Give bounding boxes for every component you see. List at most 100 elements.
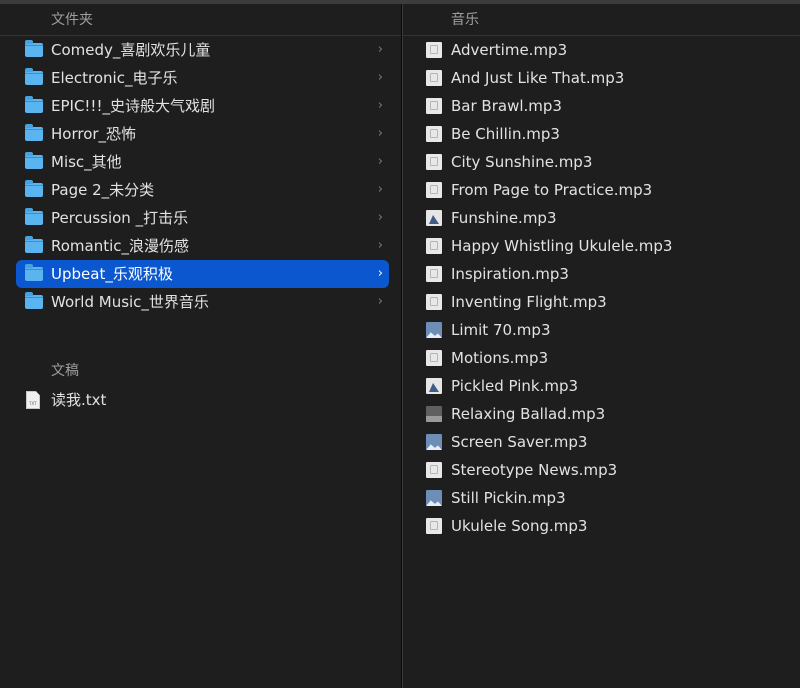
- music-file-row[interactable]: And Just Like That.mp3: [403, 64, 800, 92]
- folder-row[interactable]: Romantic_浪漫伤感 ›: [16, 232, 389, 260]
- audio-file-icon: [426, 266, 442, 282]
- music-note-glyph: [430, 521, 438, 530]
- music-file-name: Pickled Pink.mp3: [451, 377, 579, 395]
- documents-section-header: 文稿: [51, 363, 79, 379]
- chevron-right-icon: ›: [377, 70, 383, 85]
- audio-file-icon: [426, 182, 442, 198]
- music-file-row[interactable]: Ukulele Song.mp3: [403, 512, 800, 540]
- folder-name: Electronic_电子乐: [51, 69, 178, 87]
- chevron-right-icon: ›: [377, 238, 383, 253]
- folder-row[interactable]: Electronic_电子乐 ›: [16, 64, 389, 92]
- music-file-row[interactable]: Limit 70.mp3: [403, 316, 800, 344]
- music-note-glyph: [430, 185, 438, 194]
- music-file-name: City Sunshine.mp3: [451, 153, 593, 171]
- music-file-name: Be Chillin.mp3: [451, 125, 560, 143]
- music-file-row[interactable]: Happy Whistling Ukulele.mp3: [403, 232, 800, 260]
- music-file-row[interactable]: Bar Brawl.mp3: [403, 92, 800, 120]
- music-file-row[interactable]: From Page to Practice.mp3: [403, 176, 800, 204]
- music-note-glyph: [430, 353, 438, 362]
- folder-row[interactable]: World Music_世界音乐 ›: [16, 288, 389, 316]
- music-note-glyph: [430, 129, 438, 138]
- music-file-name: Relaxing Ballad.mp3: [451, 405, 606, 423]
- music-file-name: Screen Saver.mp3: [451, 433, 588, 451]
- music-file-name: Motions.mp3: [451, 349, 549, 367]
- music-file-row[interactable]: Screen Saver.mp3: [403, 428, 800, 456]
- music-file-name: Happy Whistling Ukulele.mp3: [451, 237, 673, 255]
- folder-name: Percussion _打击乐: [51, 209, 189, 227]
- audio-file-icon: [426, 406, 442, 422]
- audio-file-icon: [426, 70, 442, 86]
- artwork-thumbnail: [426, 500, 442, 506]
- music-note-glyph: [430, 157, 438, 166]
- folder-icon: [25, 292, 43, 309]
- music-file-row[interactable]: Stereotype News.mp3: [403, 456, 800, 484]
- audio-file-icon: [426, 518, 442, 534]
- music-file-row[interactable]: Motions.mp3: [403, 344, 800, 372]
- audio-file-icon: [426, 42, 442, 58]
- folder-row[interactable]: Misc_其他 ›: [16, 148, 389, 176]
- music-file-row[interactable]: Inventing Flight.mp3: [403, 288, 800, 316]
- music-file-name: Stereotype News.mp3: [451, 461, 618, 479]
- folder-icon: [25, 180, 43, 197]
- folder-row[interactable]: Upbeat_乐观积极 ›: [16, 260, 389, 288]
- artwork-thumbnail: [429, 383, 439, 392]
- folder-name: Horror_恐怖: [51, 125, 137, 143]
- chevron-right-icon: ›: [377, 42, 383, 57]
- folder-row[interactable]: Percussion _打击乐 ›: [16, 204, 389, 232]
- music-file-name: From Page to Practice.mp3: [451, 181, 653, 199]
- music-file-row[interactable]: Pickled Pink.mp3: [403, 372, 800, 400]
- music-file-row[interactable]: Inspiration.mp3: [403, 260, 800, 288]
- folder-row[interactable]: Comedy_喜剧欢乐儿童 ›: [16, 36, 389, 64]
- folder-icon: [25, 68, 43, 85]
- music-file-name: Still Pickin.mp3: [451, 489, 566, 507]
- music-note-glyph: [430, 297, 438, 306]
- folder-row[interactable]: EPIC!!!_史诗般大气戏剧 ›: [16, 92, 389, 120]
- folder-row[interactable]: Page 2_未分类 ›: [16, 176, 389, 204]
- music-note-glyph: [430, 101, 438, 110]
- music-note-glyph: [430, 465, 438, 474]
- audio-file-icon: [426, 98, 442, 114]
- music-file-name: Inspiration.mp3: [451, 265, 569, 283]
- folder-icon: [25, 152, 43, 169]
- music-file-row[interactable]: City Sunshine.mp3: [403, 148, 800, 176]
- audio-file-icon: [426, 154, 442, 170]
- folder-icon: [25, 124, 43, 141]
- music-file-row[interactable]: Still Pickin.mp3: [403, 484, 800, 512]
- music-file-list: Advertime.mp3 And Just Like That.mp3 Bar B…: [403, 36, 800, 540]
- document-row[interactable]: TXT 读我.txt: [16, 386, 389, 414]
- artwork-thumbnail: [426, 332, 442, 338]
- audio-file-icon: [426, 378, 442, 394]
- folder-list: Comedy_喜剧欢乐儿童 › Electronic_电子乐 › EPIC!!!_史诗般…: [0, 36, 401, 316]
- folder-name: World Music_世界音乐: [51, 293, 209, 311]
- folder-icon: [25, 96, 43, 113]
- text-file-icon-label: TXT: [29, 401, 37, 406]
- chevron-right-icon: ›: [377, 126, 383, 141]
- artwork-thumbnail: [426, 416, 442, 422]
- audio-file-icon: [426, 434, 442, 450]
- music-note-glyph: [430, 269, 438, 278]
- music-file-row[interactable]: Advertime.mp3: [403, 36, 800, 64]
- documents-list: TXT 读我.txt: [0, 386, 401, 414]
- folder-row[interactable]: Horror_恐怖 ›: [16, 120, 389, 148]
- music-file-name: Ukulele Song.mp3: [451, 517, 588, 535]
- artwork-thumbnail: [429, 215, 439, 224]
- audio-file-icon: [426, 322, 442, 338]
- folder-name: Misc_其他: [51, 153, 122, 171]
- artwork-thumbnail: [426, 444, 442, 450]
- music-file-name: Funshine.mp3: [451, 209, 557, 227]
- chevron-right-icon: ›: [377, 98, 383, 113]
- music-file-row[interactable]: Relaxing Ballad.mp3: [403, 400, 800, 428]
- music-file-row[interactable]: Funshine.mp3: [403, 204, 800, 232]
- folder-name: Page 2_未分类: [51, 181, 155, 199]
- chevron-right-icon: ›: [377, 210, 383, 225]
- chevron-right-icon: ›: [377, 266, 383, 281]
- folder-name: EPIC!!!_史诗般大气戏剧: [51, 97, 215, 115]
- chevron-right-icon: ›: [377, 182, 383, 197]
- music-file-name: Limit 70.mp3: [451, 321, 551, 339]
- document-name: 读我.txt: [51, 391, 107, 409]
- music-file-row[interactable]: Be Chillin.mp3: [403, 120, 800, 148]
- folder-name: Romantic_浪漫伤感: [51, 237, 190, 255]
- audio-file-icon: [426, 126, 442, 142]
- folder-name: Upbeat_乐观积极: [51, 265, 173, 283]
